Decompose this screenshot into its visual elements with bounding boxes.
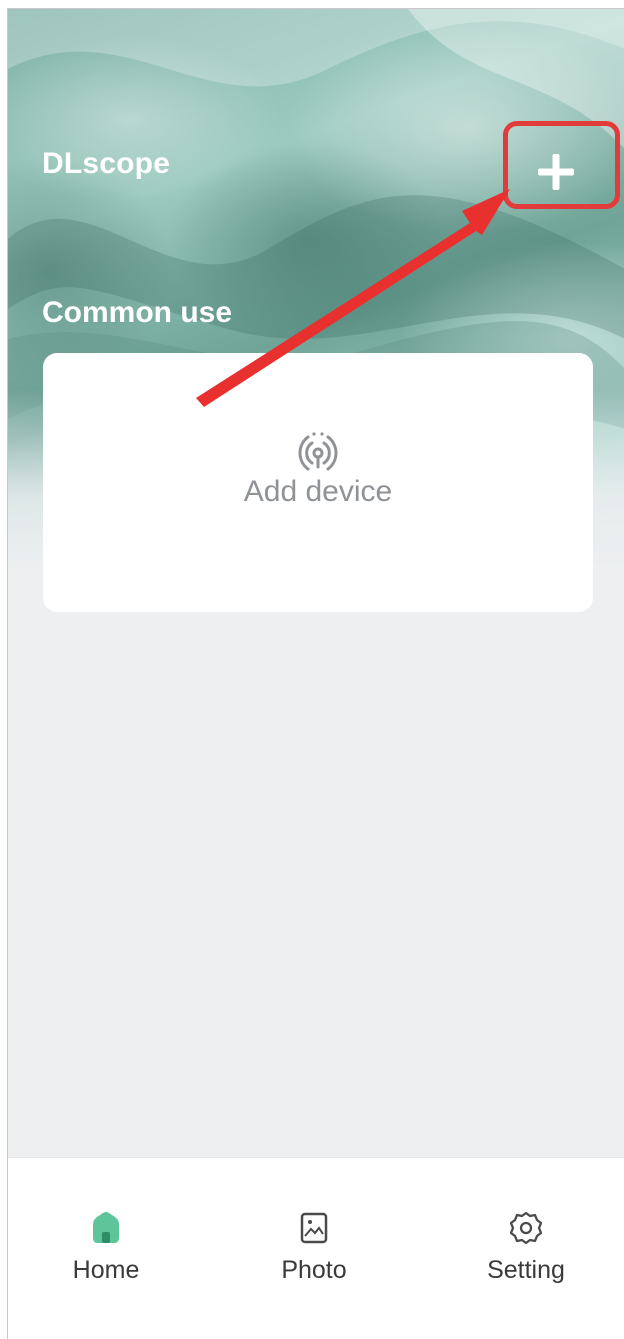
add-device-label: Add device [243, 475, 393, 508]
gear-icon [509, 1211, 543, 1245]
common-use-card: Add device [43, 353, 593, 612]
tab-home-label: Home [72, 1256, 140, 1284]
photo-icon [300, 1212, 328, 1244]
plus-icon [538, 154, 574, 190]
tab-setting-label: Setting [487, 1256, 565, 1284]
home-screen: DLscope Common use Add device Home Photo… [7, 8, 624, 1339]
wireless-device-icon [298, 432, 338, 471]
tab-setting[interactable]: Setting [456, 1210, 596, 1285]
home-icon [93, 1212, 119, 1243]
tab-photo-label: Photo [281, 1256, 347, 1284]
app-title: DLscope [42, 147, 171, 180]
tab-home[interactable]: Home [36, 1210, 176, 1285]
add-device-button[interactable]: Add device [43, 431, 593, 509]
tab-photo[interactable]: Photo [244, 1210, 384, 1285]
section-title: Common use [42, 296, 233, 329]
add-button[interactable] [511, 144, 601, 200]
bottom-tab-bar: Home Photo Setting [8, 1157, 624, 1339]
